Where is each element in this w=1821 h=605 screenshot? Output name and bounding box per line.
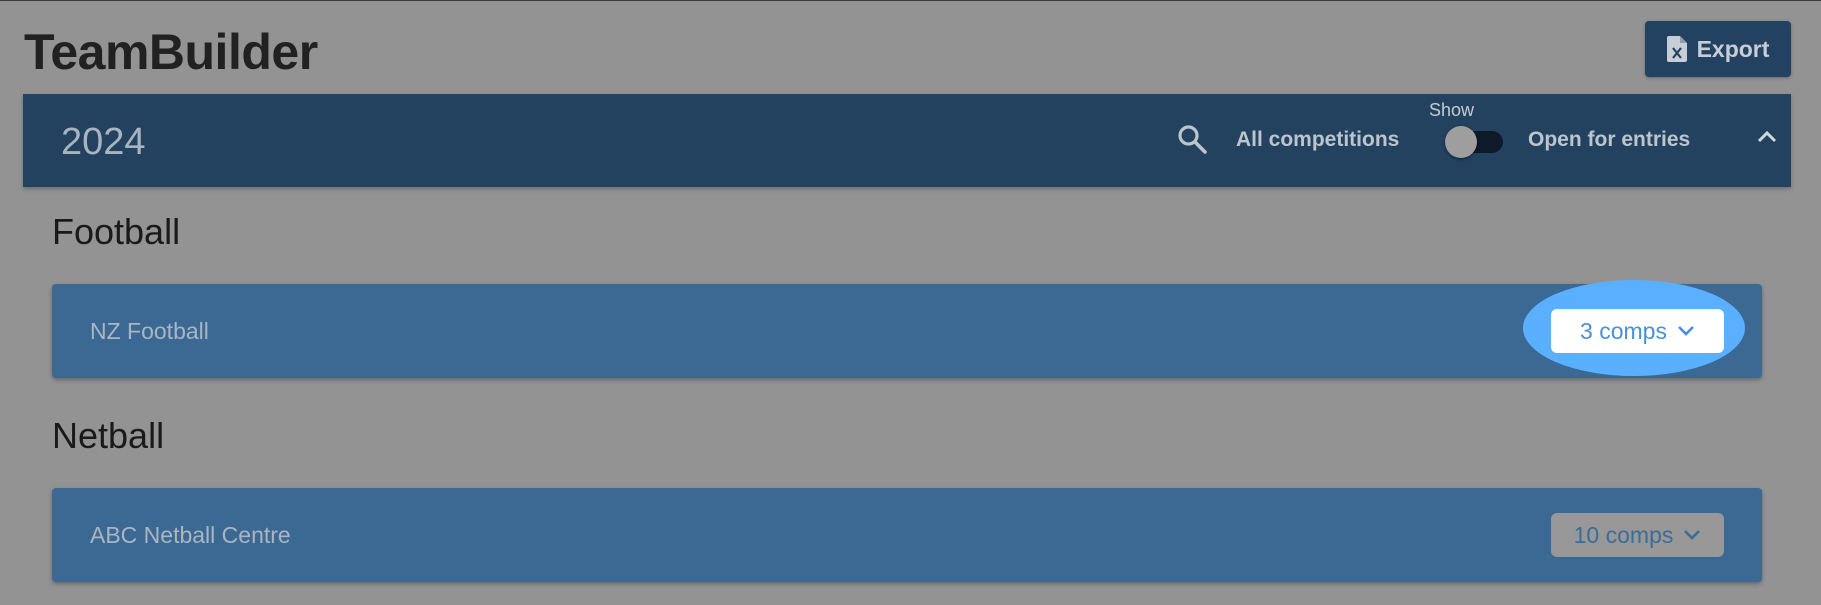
export-button[interactable]: Export [1645, 21, 1791, 77]
chevron-up-icon[interactable] [1756, 128, 1778, 144]
app-title: TeamBuilder [24, 24, 318, 80]
comps-dropdown-button[interactable]: 3 comps [1551, 309, 1724, 353]
chevron-down-icon [1678, 326, 1694, 336]
org-name: ABC Netball Centre [90, 522, 291, 548]
search-icon[interactable] [1176, 123, 1208, 155]
season-year: 2024 [61, 121, 146, 163]
comps-count-label: 3 comps [1580, 317, 1667, 344]
sport-heading-netball: Netball [52, 415, 165, 456]
open-for-entries-label[interactable]: Open for entries [1528, 128, 1690, 152]
comps-count-label: 10 comps [1573, 521, 1674, 548]
toggle-knob[interactable] [1445, 126, 1477, 158]
org-row-abc-netball-centre[interactable]: ABC Netball Centre 10 comps [52, 488, 1762, 582]
export-label: Export [1696, 35, 1770, 62]
all-competitions-label[interactable]: All competitions [1236, 128, 1399, 152]
org-row-nz-football[interactable]: NZ Football 3 comps [52, 280, 1762, 378]
toggle-show-label: Show [1429, 100, 1475, 120]
comps-dropdown-button[interactable]: 10 comps [1551, 513, 1724, 557]
sport-heading-football: Football [52, 211, 181, 252]
season-bar: 2024 All competitions Show Open for entr… [23, 94, 1791, 187]
org-name: NZ Football [90, 318, 209, 344]
excel-file-icon [1666, 36, 1687, 62]
chevron-down-icon [1684, 530, 1701, 540]
